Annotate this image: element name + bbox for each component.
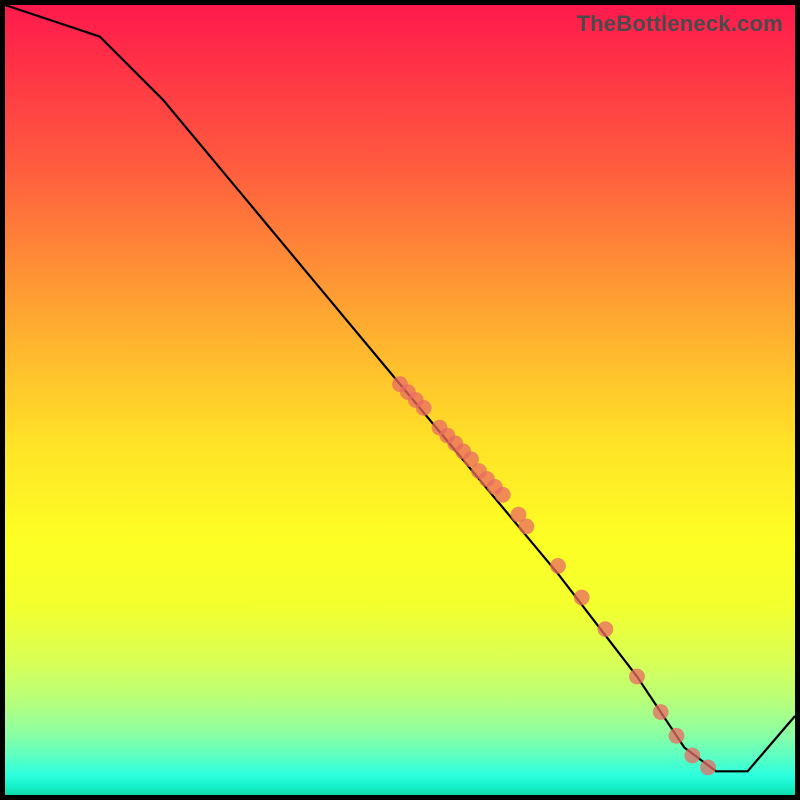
bottleneck-curve bbox=[5, 5, 795, 771]
data-point bbox=[432, 420, 448, 436]
data-point bbox=[471, 463, 487, 479]
data-point bbox=[653, 704, 669, 720]
data-point bbox=[463, 451, 479, 467]
data-point bbox=[629, 669, 645, 685]
data-point bbox=[392, 376, 408, 392]
data-point bbox=[684, 748, 700, 764]
data-point bbox=[416, 400, 432, 416]
data-point bbox=[669, 728, 685, 744]
data-point bbox=[447, 436, 463, 452]
data-point bbox=[511, 507, 527, 523]
scatter-points bbox=[392, 376, 716, 775]
watermark-text: TheBottleneck.com bbox=[577, 11, 783, 37]
data-point bbox=[455, 444, 471, 460]
data-point bbox=[519, 519, 535, 535]
data-point bbox=[700, 760, 716, 776]
data-point bbox=[598, 621, 614, 637]
data-point bbox=[574, 590, 590, 606]
data-point bbox=[550, 558, 566, 574]
data-point bbox=[487, 479, 503, 495]
chart-svg-layer bbox=[5, 5, 795, 795]
chart-plot-area: TheBottleneck.com bbox=[5, 5, 795, 795]
data-point bbox=[408, 392, 424, 408]
data-point bbox=[479, 471, 495, 487]
data-point bbox=[400, 384, 416, 400]
chart-frame: TheBottleneck.com bbox=[0, 0, 800, 800]
data-point bbox=[440, 428, 456, 444]
data-point bbox=[495, 487, 511, 503]
